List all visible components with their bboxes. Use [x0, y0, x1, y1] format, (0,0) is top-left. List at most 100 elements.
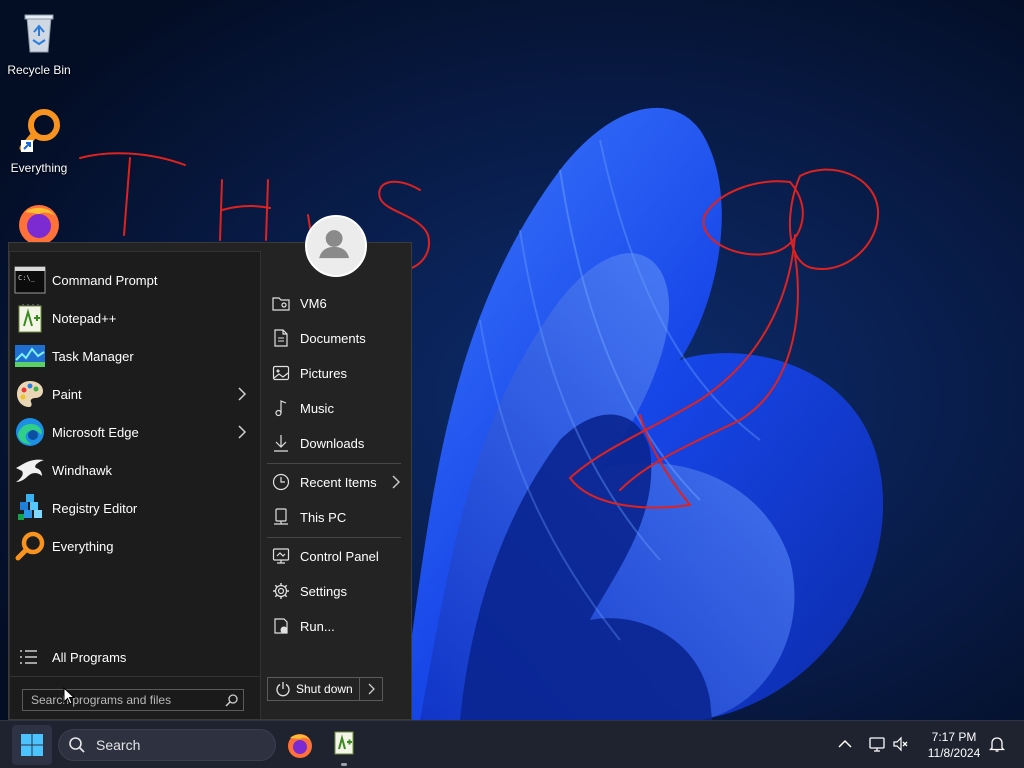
place-downloads[interactable]: Downloads	[267, 427, 407, 459]
user-folder-icon	[272, 297, 290, 311]
notepad-plus-plus-icon	[18, 304, 42, 333]
program-label: Everything	[52, 538, 114, 554]
chevron-up-icon[interactable]	[836, 735, 854, 753]
program-label: Registry Editor	[52, 500, 138, 516]
place-documents[interactable]: Documents	[267, 322, 407, 354]
everything-search-icon	[15, 531, 45, 561]
program-command-prompt[interactable]: C:\_ Command Prompt	[14, 263, 258, 297]
search-icon	[69, 737, 85, 753]
programs-pane: C:\_ Command Prompt Notepad++ Task Manag…	[9, 251, 261, 719]
start-search-area: Search programs and files	[10, 676, 260, 719]
this-pc-icon	[274, 508, 288, 525]
chevron-right-icon[interactable]	[234, 424, 250, 440]
program-notepad-plus-plus[interactable]: Notepad++	[14, 301, 258, 335]
place-label: This PC	[300, 509, 347, 525]
place-label: Run...	[300, 618, 335, 634]
firefox-icon[interactable]	[284, 729, 316, 761]
search-icon	[225, 694, 238, 707]
place-user-folder[interactable]: VM6	[267, 287, 407, 319]
places-separator	[267, 463, 401, 464]
desktop-icon-label: Everything	[10, 161, 68, 175]
user-icon	[319, 230, 350, 259]
shutdown-options-button[interactable]	[360, 678, 382, 700]
place-recent-items[interactable]: Recent Items	[267, 466, 407, 498]
program-registry-editor[interactable]: Registry Editor	[14, 491, 258, 525]
shutdown-label: Shut down	[296, 682, 353, 696]
firefox-icon	[19, 205, 59, 245]
running-indicator	[341, 763, 347, 766]
chevron-right-icon	[368, 683, 375, 695]
program-task-manager[interactable]: Task Manager	[14, 339, 258, 373]
desktop-icon-recycle-bin[interactable]: Recycle Bin	[1, 8, 77, 77]
notification-bell-icon[interactable]	[988, 735, 1006, 753]
clock-date: 11/8/2024	[927, 746, 981, 760]
chevron-right-icon[interactable]	[234, 386, 250, 402]
list-icon	[20, 650, 37, 664]
place-music[interactable]: Music	[267, 392, 407, 424]
user-avatar[interactable]	[305, 215, 367, 277]
taskbar-app-notepad-plus-plus[interactable]	[328, 727, 360, 767]
all-programs-label: All Programs	[52, 649, 127, 665]
recycle-bin-icon	[24, 14, 54, 53]
place-label: Music	[300, 400, 334, 416]
gear-icon	[273, 583, 289, 599]
place-label: Control Panel	[300, 548, 379, 564]
place-label: Downloads	[300, 435, 365, 451]
program-windhawk[interactable]: Windhawk	[14, 453, 258, 487]
windows-logo-icon	[21, 734, 43, 756]
notepad-plus-plus-icon	[334, 731, 354, 755]
start-search-input[interactable]: Search programs and files	[22, 689, 244, 711]
volume-muted-icon[interactable]	[892, 735, 910, 753]
place-label: Documents	[300, 330, 366, 346]
power-icon	[276, 682, 290, 697]
start-button[interactable]	[12, 725, 52, 765]
svg-text:C:\_: C:\_	[18, 274, 36, 282]
chevron-right-icon[interactable]	[389, 474, 403, 490]
taskbar-search-label: Search	[96, 737, 141, 753]
search-placeholder: Search programs and files	[31, 693, 172, 707]
place-control-panel[interactable]: Control Panel	[267, 540, 407, 572]
edge-icon	[16, 418, 44, 446]
clock-icon	[272, 473, 290, 491]
taskbar-search-box[interactable]: Search	[58, 729, 276, 761]
place-label: VM6	[300, 295, 327, 311]
paint-icon	[17, 381, 43, 407]
start-menu: C:\_ Command Prompt Notepad++ Task Manag…	[8, 215, 412, 720]
place-label: Pictures	[300, 365, 347, 381]
place-label: Settings	[300, 583, 347, 599]
program-label: Notepad++	[52, 310, 117, 326]
documents-icon	[274, 329, 288, 347]
desktop-icon-label: Recycle Bin	[7, 63, 71, 77]
program-label: Windhawk	[52, 462, 112, 478]
place-run[interactable]: Run...	[267, 610, 407, 642]
all-programs-button[interactable]: All Programs	[14, 642, 258, 672]
places-separator	[267, 537, 401, 538]
desktop-icon-everything[interactable]: Everything	[1, 106, 77, 175]
downloads-icon	[274, 435, 288, 452]
task-manager-icon	[15, 345, 45, 367]
system-clock[interactable]: 7:17 PM 11/8/2024	[918, 729, 990, 761]
place-pictures[interactable]: Pictures	[267, 357, 407, 389]
program-paint[interactable]: Paint	[14, 377, 258, 411]
place-settings[interactable]: Settings	[267, 575, 407, 607]
place-this-pc[interactable]: This PC	[267, 501, 407, 533]
shutdown-group: Shut down	[267, 677, 383, 701]
pictures-icon	[272, 365, 290, 381]
program-everything[interactable]: Everything	[14, 529, 258, 563]
registry-editor-icon	[18, 494, 42, 520]
command-prompt-icon: C:\_	[14, 266, 46, 294]
program-label: Task Manager	[52, 348, 134, 364]
program-label: Paint	[52, 386, 82, 402]
shutdown-button[interactable]: Shut down	[268, 678, 360, 700]
control-panel-icon	[272, 548, 290, 564]
program-microsoft-edge[interactable]: Microsoft Edge	[14, 415, 258, 449]
taskbar: Search 7:17 PM 11/8/2024	[0, 720, 1024, 768]
place-label: Recent Items	[300, 474, 377, 490]
everything-search-icon	[19, 109, 60, 152]
music-icon	[275, 400, 287, 417]
clock-time: 7:17 PM	[931, 730, 977, 744]
network-icon[interactable]	[868, 735, 886, 753]
windhawk-icon	[16, 459, 44, 482]
mouse-cursor-icon	[63, 687, 75, 705]
run-icon	[274, 618, 288, 634]
